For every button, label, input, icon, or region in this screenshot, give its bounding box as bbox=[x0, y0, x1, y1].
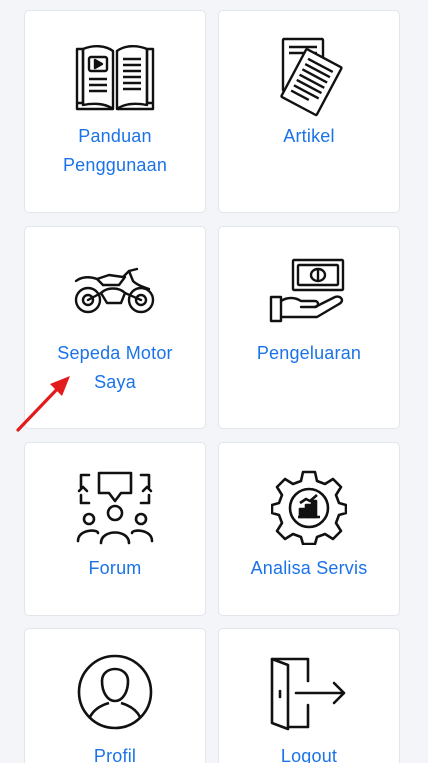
menu-item-artikel[interactable]: Artikel bbox=[218, 10, 400, 213]
menu-label-panduan-line2: Penggunaan bbox=[62, 155, 168, 175]
menu-label-forum: Forum bbox=[88, 558, 142, 578]
menu-label-profil: Profil bbox=[93, 746, 137, 763]
motorcycle-icon bbox=[74, 267, 155, 314]
menu-label-artikel: Artikel bbox=[283, 126, 335, 146]
article-icon bbox=[280, 37, 343, 117]
menu-label-analisa-servis: Analisa Servis bbox=[250, 558, 368, 578]
menu-label-pengeluaran: Pengeluaran bbox=[256, 343, 362, 363]
menu-item-profil[interactable]: Profil bbox=[24, 628, 206, 763]
menu-item-pengeluaran[interactable]: Pengeluaran bbox=[218, 226, 400, 429]
menu-item-panduan[interactable]: Panduan Penggunaan bbox=[24, 10, 206, 213]
gear-chart-icon bbox=[271, 470, 347, 545]
logout-icon bbox=[270, 657, 346, 731]
menu-item-analisa-servis[interactable]: Analisa Servis bbox=[218, 442, 400, 616]
menu-item-logout[interactable]: Logout bbox=[218, 628, 400, 763]
money-hand-icon bbox=[269, 258, 345, 323]
forum-icon bbox=[76, 471, 154, 545]
menu-label-sepeda-motor-line1: Sepeda Motor bbox=[57, 343, 173, 363]
red-pointer-arrow bbox=[16, 376, 70, 432]
menu-label-panduan-line1: Panduan bbox=[78, 126, 152, 146]
menu-label-logout: Logout bbox=[280, 746, 338, 763]
book-icon bbox=[75, 45, 155, 111]
profile-icon bbox=[77, 654, 153, 730]
menu-grid: Panduan Penggunaan Artikel Sepeda Motor … bbox=[0, 0, 428, 763]
menu-item-forum[interactable]: Forum bbox=[24, 442, 206, 616]
